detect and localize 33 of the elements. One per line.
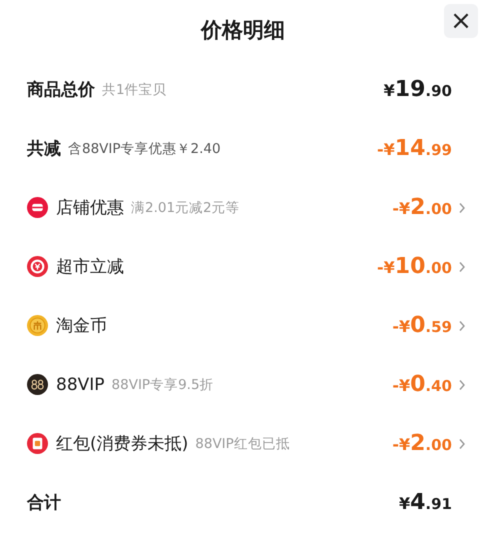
price-label: 淘金币: [56, 315, 107, 337]
price-amount: -¥10.00: [377, 254, 452, 279]
price-label: 合计: [27, 492, 61, 514]
price-note: 共1件宝贝: [102, 80, 167, 98]
price-amount: -¥14.99: [377, 136, 452, 161]
coin-icon: [27, 315, 48, 336]
chevron-icon[interactable]: [458, 438, 466, 450]
chevron-icon[interactable]: [458, 320, 466, 332]
price-label: 红包(消费券未抵): [56, 433, 188, 455]
price-label: 商品总价: [27, 79, 95, 101]
price-amount: -¥0.40: [392, 372, 452, 397]
price-note: 88VIP专享9.5折: [112, 376, 214, 394]
close-button[interactable]: ×: [444, 4, 478, 38]
price-note: 满2.01元减2元等: [131, 198, 240, 216]
envelope-icon: [27, 433, 48, 454]
sheet-title: 价格明细: [201, 17, 285, 44]
price-amount: ¥19.90: [384, 77, 452, 102]
shop-icon: [27, 197, 48, 218]
chevron-icon[interactable]: [458, 202, 466, 214]
price-amount: -¥2.00: [392, 195, 452, 220]
chevron-icon[interactable]: [458, 378, 466, 390]
price-label: 共减: [27, 138, 61, 160]
price-note: 含88VIP专享优惠￥2.40: [68, 140, 221, 158]
price-label: 88VIP: [56, 374, 105, 394]
price-label: 店铺优惠: [56, 197, 124, 219]
price-note: 88VIP红包已抵: [195, 434, 290, 452]
coupon-icon: [27, 256, 48, 277]
price-label: 超市立减: [56, 256, 124, 278]
chevron-icon[interactable]: [458, 260, 466, 272]
price-amount: -¥0.59: [392, 313, 452, 338]
price-amount: -¥2.00: [392, 431, 452, 456]
vip-icon: [27, 374, 48, 395]
price-amount: ¥4.91: [398, 490, 452, 515]
